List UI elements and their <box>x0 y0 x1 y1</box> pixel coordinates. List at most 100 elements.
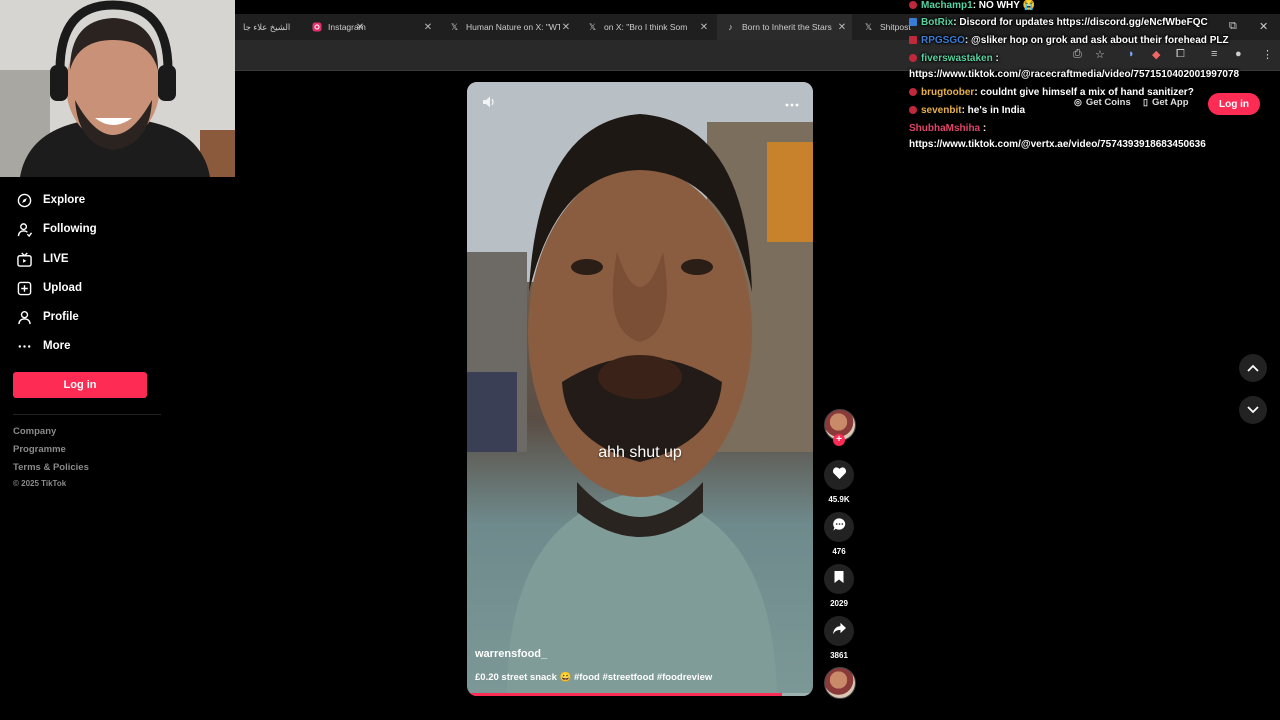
save-button[interactable] <box>824 564 854 594</box>
chat-message: sevenbit: he's in India <box>909 105 1025 116</box>
chat-message: ShubhaMshiha : <box>909 123 986 134</box>
tab-title: Human Nature on X: "WT <box>466 22 560 32</box>
share-button[interactable] <box>824 616 854 646</box>
chat-badge-icon <box>909 36 917 45</box>
chat-text: : <box>980 123 987 134</box>
extension-icon[interactable]: ◆ <box>1152 48 1160 61</box>
chat-badge-icon <box>909 1 917 10</box>
sidebar-divider <box>13 414 161 415</box>
tab-search-icon[interactable]: ≡ <box>1211 48 1217 60</box>
menu-kebab-icon[interactable]: ⋮ <box>1262 48 1273 61</box>
install-app-icon[interactable]: ⎙ <box>1073 48 1082 61</box>
get-coins-label: Get Coins <box>1085 97 1131 108</box>
x-icon: 𝕏 <box>864 21 873 32</box>
get-app-link[interactable]: ▯ Get App <box>1143 97 1189 108</box>
comment-count: 476 <box>832 547 846 556</box>
chevron-up-icon <box>1247 359 1259 377</box>
chat-username: BotRix <box>921 17 954 28</box>
video-progress-bar[interactable] <box>467 693 813 696</box>
sidebar-item-label: Profile <box>43 311 79 323</box>
more-icon <box>16 338 32 354</box>
music-disc-avatar[interactable] <box>824 667 856 699</box>
browser-tab[interactable]: Instagram ✕ <box>303 14 438 40</box>
tab-title: on X: "Bro I think Som <box>604 22 688 32</box>
phone-icon: ▯ <box>1143 97 1148 107</box>
close-window-icon[interactable]: ✕ <box>1259 20 1268 33</box>
chat-username: brugtoober <box>921 87 975 98</box>
tiktok-icon: ♪ <box>728 22 733 32</box>
upload-icon <box>16 280 32 296</box>
footer-link-terms[interactable]: Terms & Policies <box>13 462 89 473</box>
video-player[interactable]: ahh shut up warrensfood_ £0.20 street sn… <box>467 82 813 696</box>
sidebar-item-label: More <box>43 340 71 352</box>
sidebar-item-live[interactable]: LIVE <box>16 248 69 270</box>
chat-text: : he's in India <box>961 105 1026 116</box>
sidebar-item-label: Explore <box>43 194 86 206</box>
close-icon[interactable]: ✕ <box>836 22 848 33</box>
chat-message: BotRix: Discord for updates https://disc… <box>909 17 1208 28</box>
sidebar-item-upload[interactable]: Upload <box>16 277 82 299</box>
login-button[interactable]: Log in <box>13 372 147 398</box>
next-video-button[interactable] <box>1239 396 1267 424</box>
sidebar-item-profile[interactable]: Profile <box>16 306 79 328</box>
footer-link-programme[interactable]: Programme <box>13 444 66 455</box>
bookmark-star-icon[interactable]: ☆ <box>1095 48 1105 61</box>
browser-tab[interactable]: 𝕏 on X: "Bro I think Som ✕ <box>579 14 714 40</box>
sidebar-item-more[interactable]: More <box>16 335 70 357</box>
heart-icon <box>832 466 847 485</box>
share-count: 3861 <box>830 651 848 660</box>
follow-plus-icon[interactable]: + <box>833 434 845 446</box>
x-icon: 𝕏 <box>588 21 597 32</box>
chat-username: ShubhaMshiha <box>909 123 981 134</box>
chat-text: : NO WHY 😭 <box>972 0 1035 11</box>
live-icon <box>16 251 32 267</box>
chat-text: : <box>992 53 999 64</box>
comment-button[interactable] <box>824 512 854 542</box>
chat-badge-icon <box>909 54 917 63</box>
header-login-button[interactable]: Log in <box>1208 93 1260 115</box>
like-button[interactable] <box>824 460 854 490</box>
browser-tab-active[interactable]: ♪ Born to Inherit the Stars ✕ <box>717 14 852 40</box>
video-description: £0.20 street snack 😀 #food #streetfood #… <box>475 672 713 683</box>
chat-message: fiverswastaken : <box>909 53 999 64</box>
following-icon <box>16 221 32 237</box>
get-coins-link[interactable]: ◎ Get Coins <box>1074 97 1131 108</box>
chat-username: sevenbit <box>921 105 962 116</box>
chat-badge-icon <box>909 106 917 115</box>
chat-username: Machamp1 <box>921 0 973 11</box>
chat-message: brugtoober: couldnt give himself a mix o… <box>909 87 1194 98</box>
video-caption: ahh shut up <box>598 444 682 461</box>
extension-icon[interactable]: ◗ <box>1128 48 1135 60</box>
close-icon[interactable]: ✕ <box>422 22 434 33</box>
sidebar-item-explore[interactable]: Explore <box>16 189 85 211</box>
sidebar-item-label: Following <box>43 223 97 235</box>
sidebar-item-label: LIVE <box>43 253 69 265</box>
volume-icon[interactable] <box>481 94 497 115</box>
previous-video-button[interactable] <box>1239 354 1267 382</box>
bookmark-icon <box>833 570 845 589</box>
chat-username: RPGSGO <box>921 35 965 46</box>
chat-badge-icon <box>909 18 917 27</box>
sidebar-item-following[interactable]: Following <box>16 218 97 240</box>
chat-text: : couldnt give himself a mix of hand san… <box>974 87 1194 98</box>
tab-title: Instagram <box>328 22 366 32</box>
coin-icon: ◎ <box>1074 97 1082 107</box>
profile-avatar-icon[interactable]: ● <box>1235 48 1242 60</box>
extensions-puzzle-icon[interactable]: ⧠ <box>1176 48 1185 61</box>
chat-username: fiverswastaken <box>921 53 993 64</box>
browser-tab[interactable]: 𝕏 Human Nature on X: "WT ✕ <box>441 14 576 40</box>
tab-title: Born to Inherit the Stars <box>742 22 832 32</box>
instagram-icon <box>311 22 322 33</box>
close-icon[interactable]: ✕ <box>698 22 710 33</box>
chat-text: : Discord for updates https://discord.gg… <box>953 17 1208 28</box>
video-more-options-icon[interactable] <box>785 96 799 114</box>
comment-icon <box>832 517 847 537</box>
chat-text: : @sliker hop on grok and ask about thei… <box>964 35 1229 46</box>
chat-text: https://www.tiktok.com/@racecraftmedia/v… <box>909 69 1240 80</box>
video-author[interactable]: warrensfood_ <box>475 648 547 660</box>
close-icon[interactable]: ✕ <box>560 22 572 33</box>
restore-window-icon[interactable]: ⧉ <box>1229 20 1237 33</box>
footer-link-company[interactable]: Company <box>13 426 56 437</box>
video-progress-fill <box>467 693 782 696</box>
get-app-label: Get App <box>1151 97 1189 108</box>
